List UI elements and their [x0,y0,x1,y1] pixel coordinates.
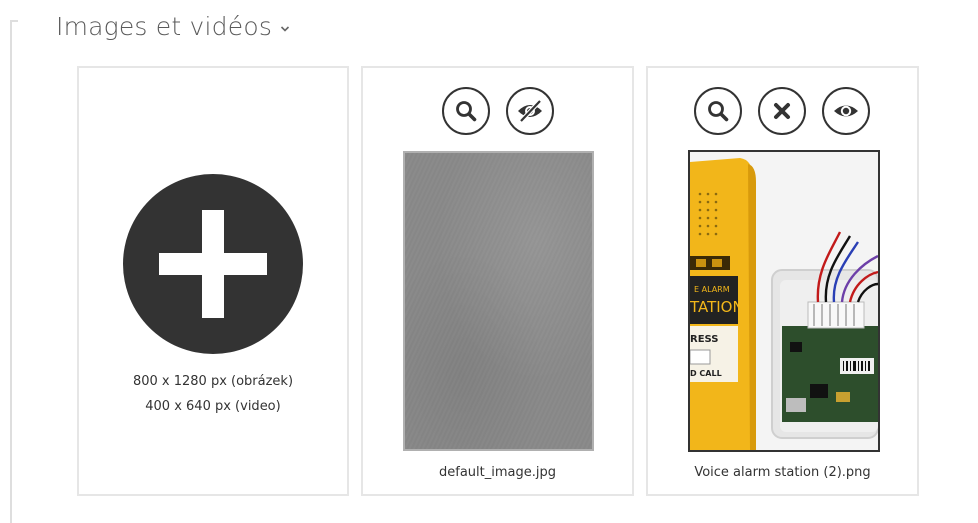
zoom-button[interactable] [694,87,742,135]
chevron-down-icon [280,25,290,32]
eye-icon [834,105,858,117]
delete-button[interactable] [758,87,806,135]
media-card-default-image: default_image.jpg [361,66,634,496]
device-label-line3: RESS [690,334,719,345]
section-title: Images et vidéos [56,12,273,41]
add-media-card: 800 x 1280 px (obrázek) 400 x 640 px (vi… [77,66,349,496]
visibility-toggle-button[interactable] [506,87,554,135]
file-name: default_image.jpg [439,465,556,480]
video-dimensions-label: 400 x 640 px (video) [145,399,281,414]
file-name: Voice alarm station (2).png [694,465,871,480]
device-photo: E ALARM TATION RESS D CALL [690,152,878,450]
zoom-icon [708,101,729,122]
eye-slash-icon [518,99,542,123]
visibility-toggle-button[interactable] [822,87,870,135]
media-card-voice-alarm-station: E ALARM TATION RESS D CALL Voice alarm s… [646,66,919,496]
zoom-button[interactable] [442,87,490,135]
section-bracket [10,20,18,523]
add-media-button[interactable] [123,174,303,354]
device-label-line4: D CALL [690,369,722,378]
close-icon [774,103,790,119]
section-header[interactable]: Images et vidéos [56,12,290,41]
image-dimensions-label: 800 x 1280 px (obrázek) [132,374,294,389]
device-label-line1: E ALARM [694,285,730,294]
zoom-icon [456,101,477,122]
voice-alarm-station-thumbnail[interactable]: E ALARM TATION RESS D CALL [688,150,880,452]
device-label-line2: TATION [690,298,744,316]
default-image-thumbnail[interactable] [403,151,594,451]
